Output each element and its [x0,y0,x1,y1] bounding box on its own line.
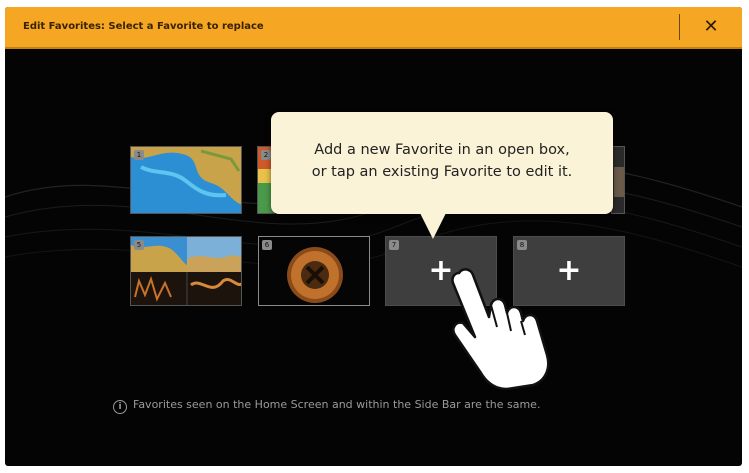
page-title: Edit Favorites: Select a Favorite to rep… [23,21,264,32]
title-divider [679,14,680,40]
multi-pane-thumbnail [131,237,241,305]
info-icon: i [113,400,127,414]
favorite-number: 7 [389,240,399,250]
instruction-tooltip: Add a new Favorite in an open box, or ta… [271,112,613,214]
close-icon: ✕ [703,16,719,37]
tooltip-pointer [420,213,446,239]
favorite-number: 1 [134,150,144,160]
favorite-number: 8 [517,240,527,250]
tooltip-line-2: or tap an existing Favorite to edit it. [311,164,573,180]
tooltip-line-1: Add a new Favorite in an open box, [314,142,570,158]
split-view-thumbnail [614,167,624,197]
chart-thumbnail [131,147,241,213]
favorite-tile-1[interactable]: 1 [130,146,242,214]
favorite-number: 2 [261,150,271,160]
favorite-tile-4[interactable] [611,146,625,214]
favorite-tile-6[interactable]: 6 [258,236,370,306]
edit-favorites-screen: Edit Favorites: Select a Favorite to rep… [5,7,742,466]
favorite-number: 6 [262,240,272,250]
close-button[interactable]: ✕ [695,11,727,43]
favorite-tile-5[interactable]: 5 [130,236,242,306]
360-sonar-thumbnail [287,247,343,303]
tapping-hand-icon [451,268,550,390]
footer-info: i Favorites seen on the Home Screen and w… [113,398,540,414]
favorite-number: 5 [134,240,144,250]
footer-text: Favorites seen on the Home Screen and wi… [133,398,541,411]
title-bar: Edit Favorites: Select a Favorite to rep… [5,7,742,49]
